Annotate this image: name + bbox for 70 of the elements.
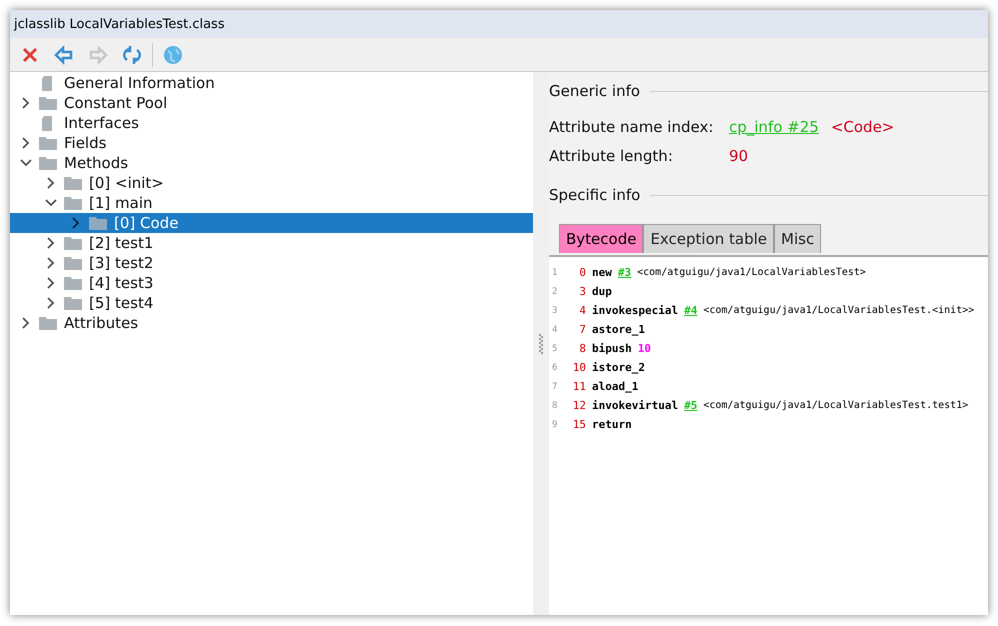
line-number: 8 bbox=[551, 400, 558, 410]
tree-item[interactable]: Fields bbox=[10, 133, 533, 153]
line-number: 1 bbox=[551, 268, 558, 278]
folder-icon bbox=[38, 95, 58, 111]
tree-item[interactable]: Constant Pool bbox=[10, 93, 533, 113]
tree-item[interactable]: [3] test2 bbox=[10, 253, 533, 273]
tree-item[interactable]: [4] test3 bbox=[10, 273, 533, 293]
line-number: 6 bbox=[551, 362, 558, 372]
line-number: 4 bbox=[551, 324, 558, 334]
folder-icon bbox=[63, 195, 83, 211]
line-number: 9 bbox=[551, 420, 558, 430]
opcode: invokevirtual bbox=[592, 399, 678, 412]
folder-icon bbox=[38, 315, 58, 331]
opcode: new bbox=[592, 266, 612, 279]
bytecode-offset: 0 bbox=[578, 266, 586, 279]
bytecode-offset: 10 bbox=[572, 361, 586, 374]
tree-item[interactable]: Methods bbox=[10, 153, 533, 173]
section-heading: Generic info bbox=[549, 82, 640, 100]
window-title: jclasslib LocalVariablesTest.class bbox=[10, 10, 988, 38]
field-label: Attribute length: bbox=[549, 146, 674, 164]
refresh-icon bbox=[121, 44, 143, 66]
tree-item[interactable]: [0] <init> bbox=[10, 173, 533, 193]
reference-comment: <com/atguigu/java1/LocalVariablesTest> bbox=[637, 267, 866, 278]
bytecode-offset: 8 bbox=[578, 342, 586, 355]
field-label: Attribute name index: bbox=[549, 118, 714, 136]
folder-icon bbox=[63, 175, 83, 191]
bytecode-offset: 4 bbox=[578, 304, 586, 317]
opcode: return bbox=[592, 418, 632, 431]
line-number: 7 bbox=[551, 382, 558, 392]
tree-item[interactable]: [2] test1 bbox=[10, 233, 533, 253]
opcode: aload_1 bbox=[592, 380, 638, 393]
folder-icon bbox=[63, 235, 83, 251]
tab[interactable]: Bytecode bbox=[559, 224, 644, 253]
bytecode-offset: 12 bbox=[572, 399, 586, 412]
back-arrow-icon bbox=[53, 44, 75, 66]
forward-arrow-icon bbox=[87, 44, 109, 66]
tree-item[interactable]: Interfaces bbox=[10, 113, 533, 133]
tab[interactable]: Misc bbox=[774, 224, 822, 253]
reference-comment: <com/atguigu/java1/LocalVariablesTest.<init>> bbox=[703, 305, 974, 316]
tree-item[interactable]: General Information bbox=[10, 73, 533, 93]
tab[interactable]: Exception table bbox=[643, 224, 774, 253]
splitter-handle[interactable] bbox=[539, 334, 543, 354]
opcode: bipush bbox=[592, 342, 632, 355]
opcode: astore_1 bbox=[592, 323, 645, 336]
line-number: 3 bbox=[551, 306, 558, 316]
operand-value: 10 bbox=[638, 342, 651, 355]
folder-icon bbox=[63, 275, 83, 291]
line-number: 2 bbox=[551, 286, 558, 296]
globe-icon bbox=[162, 44, 184, 66]
tree-item[interactable]: [0] Code bbox=[10, 213, 533, 233]
folder-icon bbox=[38, 135, 58, 151]
section-heading: Specific info bbox=[549, 186, 640, 204]
line-number: 5 bbox=[551, 344, 558, 354]
tree-item[interactable]: [1] main bbox=[10, 193, 533, 213]
bytecode-offset: 7 bbox=[578, 323, 586, 336]
folder-icon bbox=[38, 155, 58, 171]
bytecode-offset: 15 bbox=[572, 418, 586, 431]
opcode: invokespecial bbox=[592, 304, 678, 317]
folder-icon bbox=[88, 215, 108, 231]
folder-icon bbox=[63, 295, 83, 311]
folder-icon bbox=[63, 255, 83, 271]
field-value: 90 bbox=[729, 146, 748, 164]
field-value: <Code> bbox=[830, 118, 894, 136]
opcode: dup bbox=[592, 285, 612, 298]
bytecode-offset: 11 bbox=[572, 380, 586, 393]
tree-item[interactable]: Attributes bbox=[10, 313, 533, 333]
bytecode-offset: 3 bbox=[578, 285, 586, 298]
tree-item[interactable]: [5] test4 bbox=[10, 293, 533, 313]
reference-comment: <com/atguigu/java1/LocalVariablesTest.test1> bbox=[703, 400, 968, 411]
opcode: istore_2 bbox=[592, 361, 645, 374]
